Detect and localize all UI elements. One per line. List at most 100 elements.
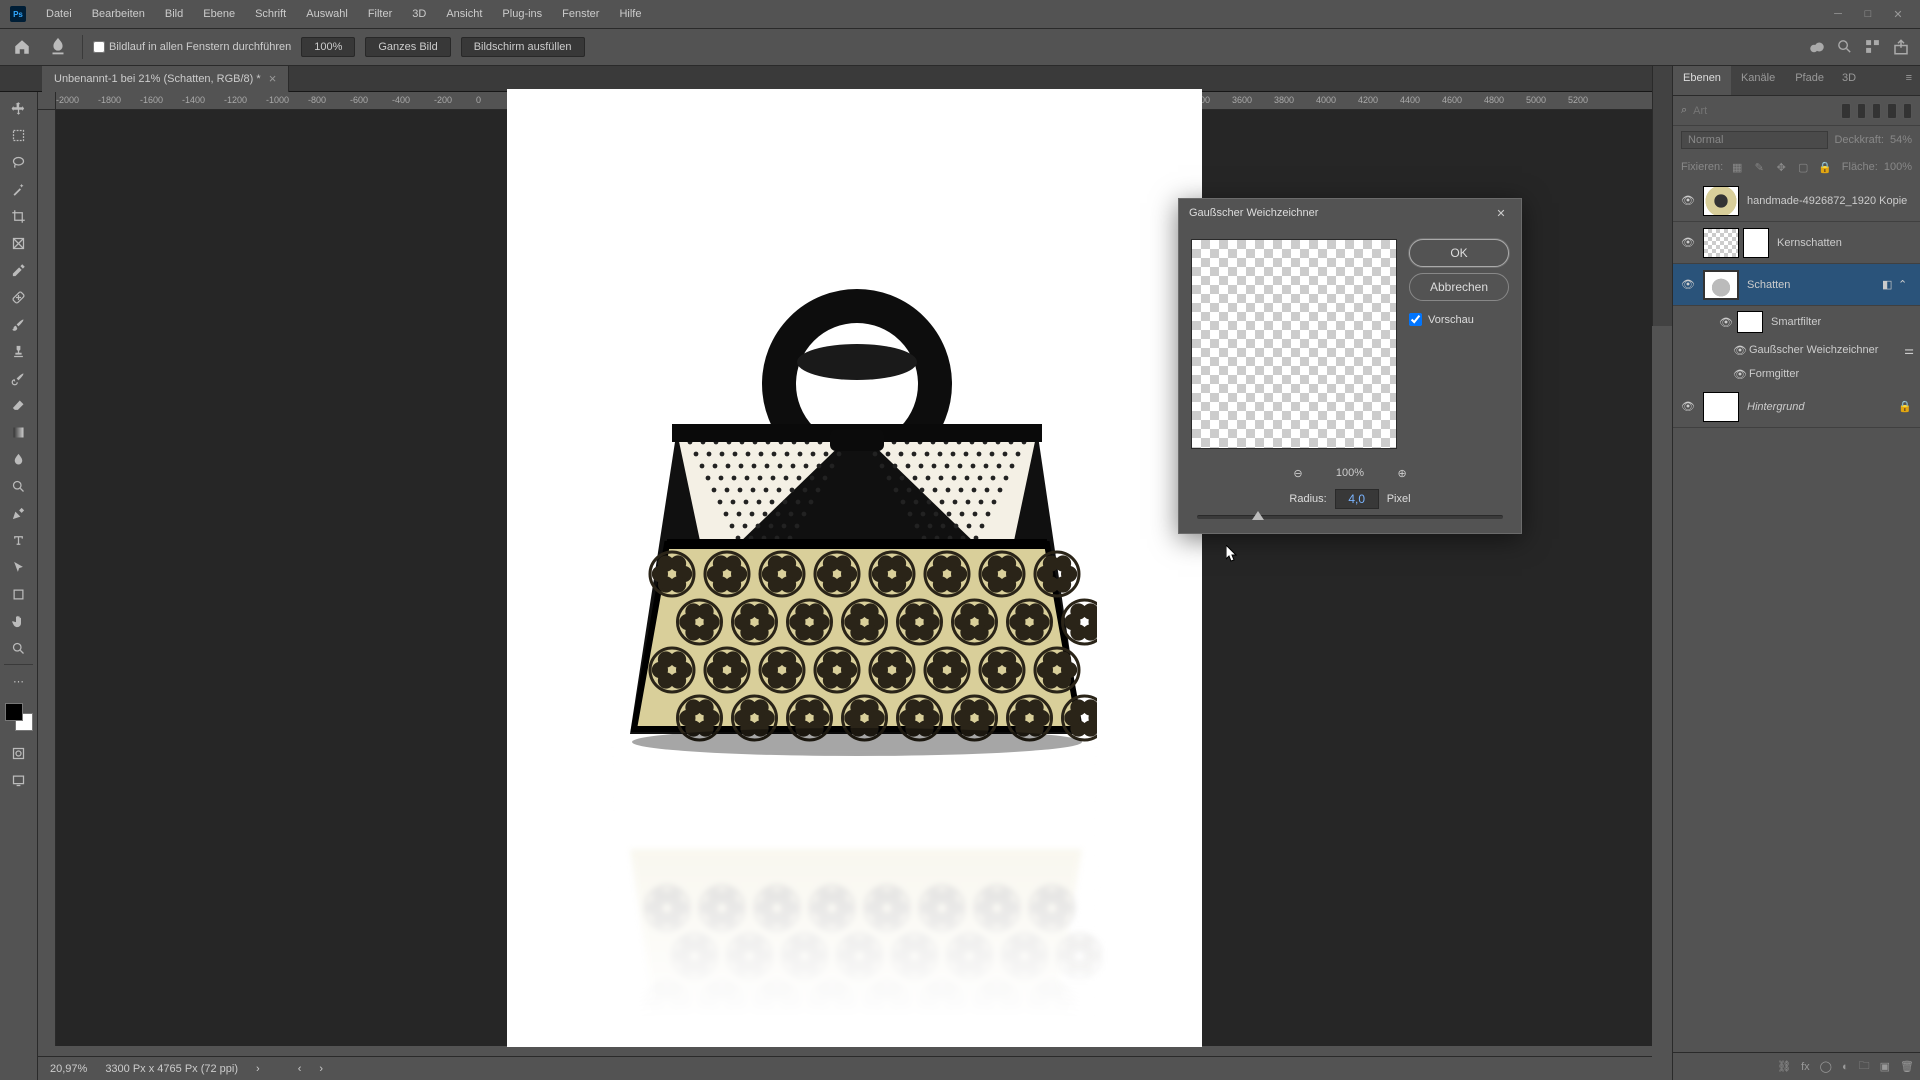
filter-type-icon[interactable] xyxy=(1872,103,1881,119)
zoom-out-icon[interactable]: ⊖ xyxy=(1290,465,1306,481)
eyedropper-tool[interactable] xyxy=(4,258,34,282)
layer-row-active[interactable]: 👁 Schatten ◧ ⌃ xyxy=(1673,264,1920,306)
ok-button[interactable]: OK xyxy=(1409,239,1509,267)
dodge-tool[interactable] xyxy=(4,474,34,498)
color-swatches[interactable] xyxy=(5,703,33,731)
lock-all-icon[interactable]: 🔒 xyxy=(1817,159,1833,175)
preview-checkbox[interactable]: Vorschau xyxy=(1409,313,1509,326)
filter-entry[interactable]: 👁 Formgitter xyxy=(1673,362,1920,386)
tab-pfade[interactable]: Pfade xyxy=(1785,66,1834,95)
visibility-icon[interactable]: 👁 xyxy=(1719,316,1737,329)
zoom-tool[interactable] xyxy=(4,636,34,660)
minimize-button[interactable]: ─ xyxy=(1826,5,1850,23)
layer-name[interactable]: Hintergrund xyxy=(1743,401,1898,413)
panel-menu-icon[interactable]: ≡ xyxy=(1898,66,1920,95)
gradient-tool[interactable] xyxy=(4,420,34,444)
move-tool[interactable] xyxy=(4,96,34,120)
radius-slider[interactable] xyxy=(1197,515,1503,519)
fit-screen-button[interactable]: Ganzes Bild xyxy=(365,37,450,57)
tab-kanaele[interactable]: Kanäle xyxy=(1731,66,1785,95)
close-tab-icon[interactable]: × xyxy=(269,71,277,86)
radius-input[interactable] xyxy=(1335,489,1379,509)
group-icon[interactable]: 🗀 xyxy=(1859,1057,1870,1076)
search-icon[interactable] xyxy=(1836,38,1854,56)
zoom-100-button[interactable]: 100% xyxy=(301,37,355,57)
hand-tool[interactable] xyxy=(4,609,34,633)
maximize-button[interactable]: □ xyxy=(1856,5,1880,23)
wand-tool[interactable] xyxy=(4,177,34,201)
filter-shape-icon[interactable] xyxy=(1887,103,1896,119)
preview-zoom-value[interactable]: 100% xyxy=(1336,467,1364,479)
dialog-titlebar[interactable]: Gaußscher Weichzeichner ✕ xyxy=(1179,199,1521,227)
filter-pixel-icon[interactable] xyxy=(1841,103,1850,119)
menu-ebene[interactable]: Ebene xyxy=(193,8,245,20)
vertical-ruler[interactable] xyxy=(38,110,56,1046)
heal-tool[interactable] xyxy=(4,285,34,309)
menu-hilfe[interactable]: Hilfe xyxy=(609,8,651,20)
close-button[interactable]: ✕ xyxy=(1886,5,1910,23)
filter-options-icon[interactable]: ⚌ xyxy=(1904,344,1914,357)
frame-tool[interactable] xyxy=(4,231,34,255)
layer-row[interactable]: 👁 handmade-4926872_1920 Kopie xyxy=(1673,180,1920,222)
document-tab[interactable]: Unbenannt-1 bei 21% (Schatten, RGB/8) * … xyxy=(42,66,289,92)
adjustment-icon[interactable]: ◐ xyxy=(1842,1061,1849,1073)
menu-auswahl[interactable]: Auswahl xyxy=(296,8,358,20)
shape-tool[interactable] xyxy=(4,582,34,606)
active-tool-indicator[interactable] xyxy=(44,35,72,59)
crop-tool[interactable] xyxy=(4,204,34,228)
link-layers-icon[interactable]: ⛓ xyxy=(1777,1060,1791,1073)
dialog-close-button[interactable]: ✕ xyxy=(1491,203,1511,223)
expand-filter-icon[interactable]: ⌃ xyxy=(1898,278,1914,291)
slider-thumb[interactable] xyxy=(1252,511,1264,520)
visibility-icon[interactable]: 👁 xyxy=(1673,386,1703,427)
menu-schrift[interactable]: Schrift xyxy=(245,8,296,20)
info-chevron-icon[interactable]: › xyxy=(256,1063,260,1075)
path-select-tool[interactable] xyxy=(4,555,34,579)
history-brush-tool[interactable] xyxy=(4,366,34,390)
edit-toolbar-icon[interactable]: ⋯ xyxy=(4,669,34,693)
delete-icon[interactable]: 🗑 xyxy=(1900,1060,1914,1073)
zoom-level[interactable]: 20,97% xyxy=(50,1063,87,1075)
lasso-tool[interactable] xyxy=(4,150,34,174)
minimized-panel-strip[interactable] xyxy=(1652,66,1672,326)
fill-value[interactable]: 100% xyxy=(1884,161,1912,173)
visibility-icon[interactable]: 👁 xyxy=(1673,222,1703,263)
visibility-icon[interactable]: 👁 xyxy=(1731,368,1749,381)
blur-tool[interactable] xyxy=(4,447,34,471)
visibility-icon[interactable]: 👁 xyxy=(1673,180,1703,221)
tab-3d[interactable]: 3D xyxy=(1834,66,1864,95)
menu-ansicht[interactable]: Ansicht xyxy=(436,8,492,20)
layer-name[interactable]: handmade-4926872_1920 Kopie xyxy=(1743,195,1914,207)
workspace-icon[interactable] xyxy=(1864,38,1882,56)
opacity-value[interactable]: 54% xyxy=(1890,134,1912,146)
filter-smart-icon[interactable] xyxy=(1903,103,1912,119)
tab-ebenen[interactable]: Ebenen xyxy=(1673,66,1731,95)
layer-row[interactable]: 👁 Kernschatten xyxy=(1673,222,1920,264)
menu-3d[interactable]: 3D xyxy=(402,8,436,20)
filter-preview[interactable] xyxy=(1191,239,1397,449)
fx-icon[interactable]: fx xyxy=(1801,1061,1810,1073)
screenmode-button[interactable] xyxy=(4,768,34,792)
brush-tool[interactable] xyxy=(4,312,34,336)
pen-tool[interactable] xyxy=(4,501,34,525)
menu-plug-ins[interactable]: Plug-ins xyxy=(492,8,552,20)
home-button[interactable] xyxy=(10,35,34,59)
layer-row[interactable]: 👁 Hintergrund 🔒 xyxy=(1673,386,1920,428)
blend-mode-select[interactable]: Normal xyxy=(1681,131,1828,149)
mask-icon[interactable]: ◯ xyxy=(1820,1060,1832,1073)
filter-adjust-icon[interactable] xyxy=(1857,103,1866,119)
cloud-icon[interactable] xyxy=(1808,38,1826,56)
cancel-button[interactable]: Abbrechen xyxy=(1409,273,1509,301)
type-tool[interactable] xyxy=(4,528,34,552)
share-icon[interactable] xyxy=(1892,38,1910,56)
fill-screen-button[interactable]: Bildschirm ausfüllen xyxy=(461,37,585,57)
lock-transparent-icon[interactable]: ▦ xyxy=(1729,159,1745,175)
layer-filter-input[interactable] xyxy=(1693,105,1835,117)
menu-bearbeiten[interactable]: Bearbeiten xyxy=(82,8,155,20)
zoom-in-icon[interactable]: ⊕ xyxy=(1394,465,1410,481)
lock-artboard-icon[interactable]: ▢ xyxy=(1795,159,1811,175)
layer-name[interactable]: Schatten xyxy=(1743,279,1882,291)
lock-pixels-icon[interactable]: ✎ xyxy=(1751,159,1767,175)
quickmask-button[interactable] xyxy=(4,741,34,765)
eraser-tool[interactable] xyxy=(4,393,34,417)
